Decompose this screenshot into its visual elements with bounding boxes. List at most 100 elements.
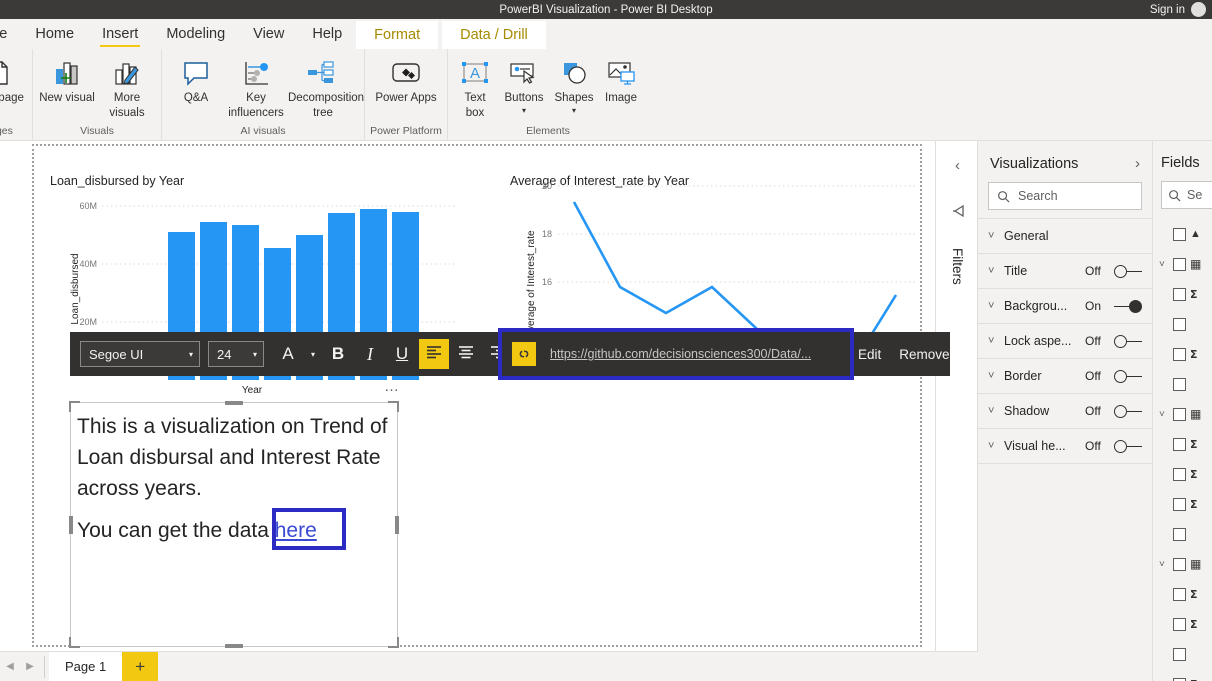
hyperlink-remove-button[interactable]: Remove	[899, 347, 949, 362]
underline-button[interactable]: U	[387, 339, 417, 369]
field-row[interactable]: Σ	[1153, 669, 1212, 681]
field-row[interactable]: Σ	[1153, 489, 1212, 519]
resize-handle-top-left[interactable]	[69, 401, 80, 412]
field-row[interactable]: Σ	[1153, 429, 1212, 459]
power-apps-button[interactable]: Power Apps	[369, 53, 443, 106]
image-button[interactable]: Image	[598, 53, 644, 106]
field-row[interactable]: ˅▦	[1153, 549, 1212, 579]
field-checkbox[interactable]	[1173, 558, 1186, 571]
format-row-background[interactable]: ˅ Backgrou... On	[978, 288, 1152, 323]
hyperlink-editor[interactable]: https://github.com/decisionsciences300/D…	[498, 328, 854, 380]
field-checkbox[interactable]	[1173, 498, 1186, 511]
border-toggle[interactable]: Off	[1085, 369, 1142, 383]
field-row[interactable]	[1153, 309, 1212, 339]
qanda-button[interactable]: Q&A	[166, 53, 226, 106]
chevron-down-icon[interactable]: ˅	[988, 265, 1004, 277]
field-checkbox[interactable]	[1173, 228, 1186, 241]
chevron-down-icon[interactable]: ▾	[522, 106, 526, 115]
text-box-hyperlink[interactable]: here	[275, 519, 317, 542]
ribbon-tab-data-drill[interactable]: Data / Drill	[442, 21, 546, 49]
field-checkbox[interactable]	[1173, 438, 1186, 451]
align-left-button[interactable]	[419, 339, 449, 369]
ribbon-tab-help[interactable]: Help	[298, 19, 356, 49]
field-checkbox[interactable]	[1173, 318, 1186, 331]
shadow-toggle[interactable]: Off	[1085, 404, 1142, 418]
field-checkbox[interactable]	[1173, 288, 1186, 301]
field-row[interactable]: ▲	[1153, 219, 1212, 249]
field-checkbox[interactable]	[1173, 258, 1186, 271]
font-color-button[interactable]: A	[273, 339, 303, 369]
field-checkbox[interactable]	[1173, 528, 1186, 541]
page-next-button[interactable]: ▶	[20, 661, 40, 672]
field-row[interactable]: Σ	[1153, 279, 1212, 309]
font-family-select[interactable]: Segoe UI ▾	[80, 341, 200, 367]
hyperlink-edit-button[interactable]: Edit	[858, 347, 881, 362]
bold-button[interactable]: B	[323, 339, 353, 369]
lock-aspect-toggle[interactable]: Off	[1085, 334, 1142, 348]
field-row[interactable]	[1153, 369, 1212, 399]
text-box-button[interactable]: A Text box	[452, 53, 498, 121]
font-size-select[interactable]: 24 ▾	[208, 341, 264, 367]
field-row[interactable]	[1153, 519, 1212, 549]
field-checkbox[interactable]	[1173, 378, 1186, 391]
chevron-down-icon[interactable]: ˅	[988, 405, 1004, 417]
chevron-down-icon[interactable]: ˅	[988, 230, 1004, 242]
resize-handle-bottom-center[interactable]	[225, 644, 243, 648]
chevron-down-icon[interactable]: ˅	[988, 440, 1004, 452]
format-row-lock-aspect[interactable]: ˅ Lock aspe... Off	[978, 323, 1152, 358]
resize-handle-top-center[interactable]	[225, 401, 243, 405]
visual-header-toggle[interactable]: Off	[1085, 439, 1142, 453]
shapes-button[interactable]: Shapes ▾	[550, 53, 598, 115]
title-toggle[interactable]: Off	[1085, 264, 1142, 278]
format-row-general[interactable]: ˅ General	[978, 218, 1152, 253]
add-page-button[interactable]: +	[122, 652, 158, 681]
ribbon-tab-view[interactable]: View	[239, 19, 298, 49]
more-visuals-button[interactable]: More visuals	[97, 53, 157, 121]
sign-in-button[interactable]: Sign in	[1150, 4, 1185, 16]
hyperlink-url[interactable]: https://github.com/decisionsciences300/D…	[550, 347, 811, 361]
resize-handle-middle-left[interactable]	[69, 516, 73, 534]
fields-search-input[interactable]: Se	[1161, 181, 1212, 209]
decomposition-tree-button[interactable]: Decomposition tree	[286, 53, 360, 121]
chevron-down-icon[interactable]: ˅	[988, 335, 1004, 347]
italic-button[interactable]: I	[355, 339, 385, 369]
chevron-down-icon[interactable]: ˅	[1159, 259, 1169, 270]
chevron-down-icon[interactable]: ▾	[572, 106, 576, 115]
field-checkbox[interactable]	[1173, 678, 1186, 681]
format-row-title[interactable]: ˅ Title Off	[978, 253, 1152, 288]
field-checkbox[interactable]	[1173, 618, 1186, 631]
field-row[interactable]: ˅▦	[1153, 249, 1212, 279]
chevron-down-icon[interactable]: ˅	[988, 300, 1004, 312]
chevron-down-icon[interactable]: ˅	[988, 370, 1004, 382]
page-prev-button[interactable]: ◀	[0, 661, 20, 672]
ribbon-tab-format[interactable]: Format	[356, 21, 438, 49]
visual-text-box[interactable]: This is a visualization on Trend of Loan…	[70, 402, 398, 647]
chevron-down-icon[interactable]: ˅	[1159, 409, 1169, 420]
field-row[interactable]: ˅▦	[1153, 399, 1212, 429]
bar-chart-more-options-icon[interactable]: …	[384, 378, 400, 395]
ribbon-tab-file[interactable]: File	[0, 19, 21, 49]
resize-handle-bottom-right[interactable]	[388, 637, 399, 648]
field-row[interactable]	[1153, 639, 1212, 669]
field-checkbox[interactable]	[1173, 408, 1186, 421]
resize-handle-middle-right[interactable]	[395, 516, 399, 534]
format-row-border[interactable]: ˅ Border Off	[978, 358, 1152, 393]
field-row[interactable]: Σ	[1153, 579, 1212, 609]
field-row[interactable]: Σ	[1153, 609, 1212, 639]
text-box-content[interactable]: This is a visualization on Trend of Loan…	[71, 403, 397, 546]
field-checkbox[interactable]	[1173, 348, 1186, 361]
new-page-button[interactable]: New page ▾	[0, 53, 28, 115]
resize-handle-top-right[interactable]	[388, 401, 399, 412]
format-row-shadow[interactable]: ˅ Shadow Off	[978, 393, 1152, 428]
font-color-dropdown[interactable]: ▾	[305, 339, 321, 369]
funnel-icon[interactable]	[936, 203, 979, 222]
format-row-visual-header[interactable]: ˅ Visual he... Off	[978, 428, 1152, 463]
ribbon-tab-home[interactable]: Home	[21, 19, 88, 49]
buttons-button[interactable]: Buttons ▾	[498, 53, 550, 115]
chevron-left-icon[interactable]: ‹	[936, 157, 979, 174]
avatar[interactable]	[1191, 2, 1206, 17]
background-toggle[interactable]: On	[1085, 299, 1142, 313]
filters-pane-collapsed[interactable]: ‹ Filters	[935, 141, 978, 651]
ribbon-tab-modeling[interactable]: Modeling	[152, 19, 239, 49]
resize-handle-bottom-left[interactable]	[69, 637, 80, 648]
